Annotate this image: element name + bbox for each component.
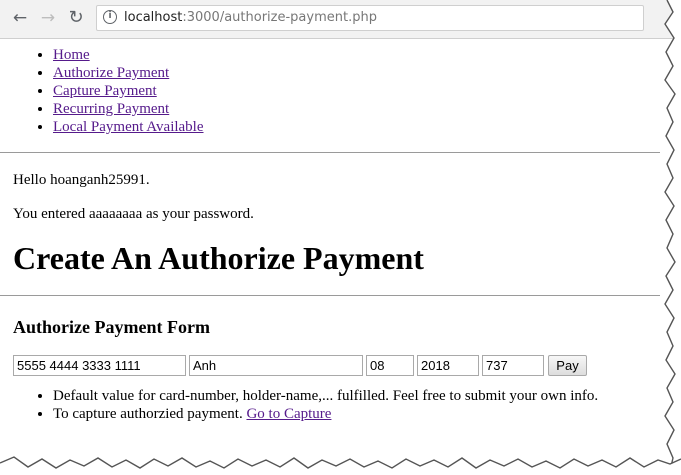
arrow-left-icon[interactable]: ← bbox=[8, 6, 32, 30]
cvv-input[interactable] bbox=[482, 355, 544, 376]
page-content: Home Authorize Payment Capture Payment R… bbox=[0, 38, 660, 423]
page-title: Create An Authorize Payment bbox=[13, 240, 424, 276]
card-number-input[interactable] bbox=[13, 355, 186, 376]
url-path: :3000/authorize-payment.php bbox=[182, 10, 377, 25]
address-bar[interactable]: i localhost:3000/authorize-payment.php bbox=[96, 5, 644, 31]
authorize-payment-form: Pay bbox=[0, 355, 660, 377]
browser-toolbar: ← → ↻ i localhost:3000/authorize-payment… bbox=[0, 0, 681, 39]
info-icon[interactable]: i bbox=[103, 10, 117, 24]
holder-name-input[interactable] bbox=[189, 355, 363, 376]
nav-link-authorize-payment[interactable]: Authorize Payment bbox=[53, 65, 169, 81]
greeting-text: Hello hoanganh25991. bbox=[13, 172, 150, 188]
nav-link-home[interactable]: Home bbox=[53, 47, 90, 63]
torn-edge-decoration bbox=[664, 0, 681, 475]
pay-button[interactable]: Pay bbox=[548, 355, 587, 376]
form-title: Authorize Payment Form bbox=[13, 317, 210, 337]
exp-year-input[interactable] bbox=[417, 355, 479, 376]
note-capture: To capture authorzied payment. Go to Cap… bbox=[53, 405, 660, 423]
exp-month-input[interactable] bbox=[366, 355, 414, 376]
url-host: localhost bbox=[124, 10, 183, 25]
divider bbox=[0, 295, 660, 296]
nav-item: Recurring Payment bbox=[53, 100, 660, 118]
reload-icon[interactable]: ↻ bbox=[64, 6, 88, 30]
nav-link-recurring-payment[interactable]: Recurring Payment bbox=[53, 101, 169, 117]
notes-list: Default value for card-number, holder-na… bbox=[0, 387, 660, 423]
go-to-capture-link[interactable]: Go to Capture bbox=[246, 406, 331, 422]
nav-item: Home bbox=[53, 46, 660, 64]
url-text[interactable]: localhost:3000/authorize-payment.php bbox=[124, 9, 377, 27]
nav-list: Home Authorize Payment Capture Payment R… bbox=[0, 46, 660, 136]
password-note: You entered aaaaaaaa as your password. bbox=[13, 206, 254, 222]
nav-link-capture-payment[interactable]: Capture Payment bbox=[53, 83, 157, 99]
arrow-right-icon[interactable]: → bbox=[36, 6, 60, 30]
note-default-values: Default value for card-number, holder-na… bbox=[53, 387, 660, 405]
nav-item: Capture Payment bbox=[53, 82, 660, 100]
divider bbox=[0, 152, 660, 153]
nav-item: Local Payment Available bbox=[53, 118, 660, 136]
nav-item: Authorize Payment bbox=[53, 64, 660, 82]
torn-bottom-decoration bbox=[0, 456, 681, 475]
nav-link-local-payment[interactable]: Local Payment Available bbox=[53, 119, 204, 135]
note-capture-text: To capture authorzied payment. bbox=[53, 406, 247, 422]
